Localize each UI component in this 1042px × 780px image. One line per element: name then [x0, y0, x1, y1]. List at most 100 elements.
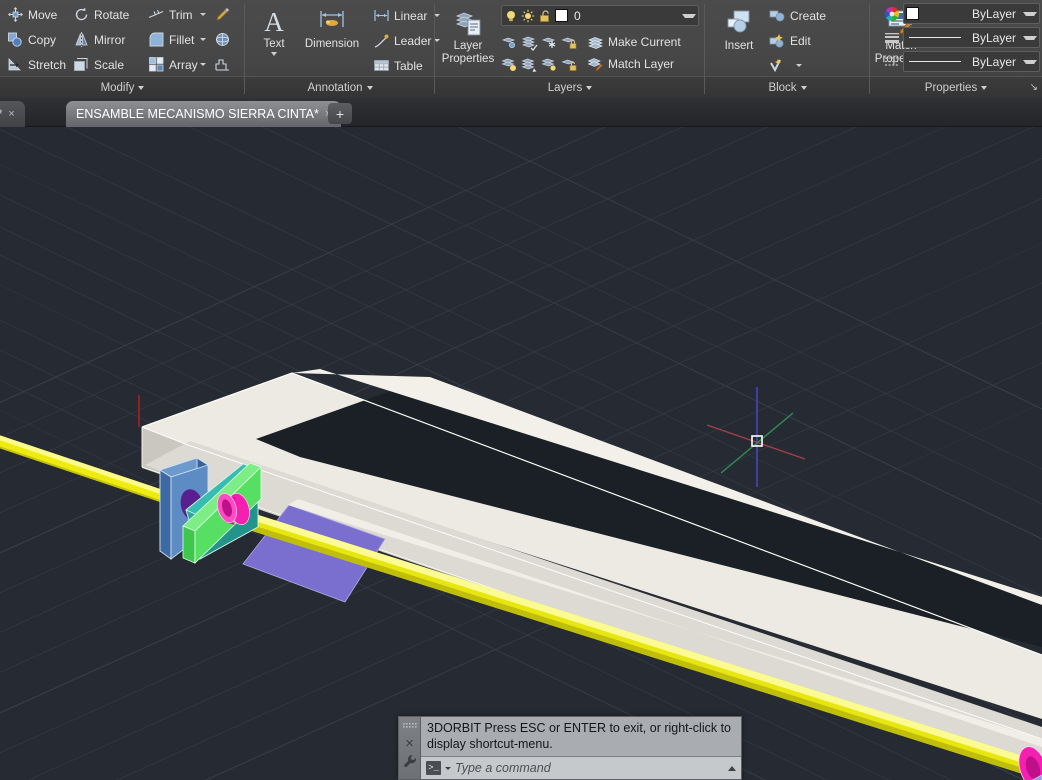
- layer-unlock-icon[interactable]: [561, 56, 578, 73]
- layers-chevron-down-icon[interactable]: [586, 85, 593, 90]
- panel-title-layers[interactable]: Layers: [435, 76, 705, 98]
- 3d-rotate-button[interactable]: [210, 28, 236, 52]
- svg-text:A: A: [264, 7, 284, 36]
- panel-title-block[interactable]: Block: [705, 76, 870, 98]
- ribbon-panel-properties: Match Properties ByLayer ByLayer ByLayer…: [870, 0, 1042, 98]
- modify-chevron-down-icon[interactable]: [138, 85, 145, 90]
- fillet-chevron-down-icon[interactable]: [200, 38, 206, 41]
- object-color-select[interactable]: ByLayer: [903, 3, 1040, 24]
- lightbulb-on-icon[interactable]: [504, 9, 518, 23]
- layer-isolate-icon[interactable]: [501, 34, 518, 51]
- tab-orno-close-icon[interactable]: ×: [8, 108, 14, 120]
- panel-title-properties[interactable]: Properties ↘: [870, 76, 1042, 98]
- ribbon-panel-layers: Layer Properties 0 Make Current Match La…: [435, 0, 705, 98]
- linetype-chevron-down-icon[interactable]: [1023, 59, 1037, 64]
- x-axis-line: [706, 424, 806, 460]
- move-label: Move: [28, 7, 58, 22]
- panel-title-block-label: Block: [768, 81, 797, 94]
- text-button[interactable]: A Text: [251, 2, 297, 57]
- layer-previous-icon[interactable]: [521, 56, 538, 73]
- move-icon: [7, 6, 24, 23]
- leader-button[interactable]: Leader: [369, 29, 431, 53]
- layer-freeze-icon[interactable]: [541, 34, 558, 51]
- layer-color-swatch[interactable]: [555, 9, 568, 22]
- dimension-button[interactable]: Dimension: [297, 2, 367, 51]
- lineweight-chevron-down-icon[interactable]: [1023, 35, 1037, 40]
- rotate-button[interactable]: Rotate: [69, 3, 144, 27]
- wrench-icon[interactable]: [403, 754, 417, 772]
- text-label: Text: [263, 38, 285, 50]
- linetype-value: ByLayer: [971, 54, 1016, 69]
- drawing-viewport[interactable]: × 3DORBIT Press ESC or ENTER to exit, or…: [0, 127, 1042, 780]
- command-prompt-icon: >_: [426, 761, 441, 775]
- new-tab-label: +: [335, 105, 345, 122]
- copy-button[interactable]: Copy: [3, 28, 69, 52]
- trim-button[interactable]: Trim: [144, 3, 196, 27]
- stretch-button[interactable]: Stretch: [3, 53, 69, 77]
- layer-select-value: 0: [574, 8, 581, 23]
- sun-freeze-icon[interactable]: [521, 9, 535, 23]
- table-button[interactable]: Table: [369, 54, 429, 78]
- dimension-icon: [317, 6, 347, 36]
- command-history-chevron-down-icon[interactable]: [445, 766, 451, 770]
- layer-turn-all-on-icon[interactable]: [541, 56, 558, 73]
- match-properties-brush-button[interactable]: [210, 3, 236, 27]
- layer-select-chevron-down-icon[interactable]: [682, 13, 696, 18]
- panel-dialog-launcher-icon[interactable]: ↘: [1030, 82, 1038, 93]
- scale-button[interactable]: Scale: [69, 53, 144, 77]
- block-more-chevron-down-icon[interactable]: [796, 64, 802, 67]
- document-tab-bar: ORNO* × ENSAMBLE MECANISMO SIERRA CINTA*…: [0, 98, 1042, 127]
- command-expand-chevron-up-icon[interactable]: [728, 765, 736, 771]
- tab-ensamble-mecanismo-sierra-cinta[interactable]: ENSAMBLE MECANISMO SIERRA CINTA* ×: [66, 101, 342, 127]
- object-color-chevron-down-icon[interactable]: [1023, 11, 1037, 16]
- drag-dots-icon[interactable]: [402, 719, 417, 733]
- command-window-close-icon[interactable]: ×: [405, 736, 414, 751]
- layer-lock-icon[interactable]: [561, 34, 578, 51]
- match-layer-button[interactable]: Match Layer: [583, 52, 678, 76]
- create-label: Create: [790, 8, 827, 23]
- fillet-button[interactable]: Fillet: [144, 28, 196, 52]
- mirror-label: Mirror: [94, 32, 126, 47]
- layer-properties-button[interactable]: Layer Properties: [439, 4, 497, 67]
- edit-block-button[interactable]: Edit: [765, 29, 843, 53]
- mirror-icon: [73, 31, 90, 48]
- block-chevron-down-icon[interactable]: [800, 85, 807, 90]
- leader-icon: [373, 32, 390, 49]
- text-chevron-down-icon[interactable]: [271, 52, 277, 56]
- layer-off-icon[interactable]: [501, 56, 518, 73]
- scale-label: Scale: [94, 57, 125, 72]
- command-window-grip[interactable]: ×: [399, 717, 421, 779]
- lineweight-icon: [884, 30, 900, 46]
- new-tab-button[interactable]: +: [328, 103, 352, 124]
- create-block-button[interactable]: Create: [765, 4, 843, 28]
- annotation-chevron-down-icon[interactable]: [366, 85, 373, 90]
- command-input-row[interactable]: >_ Type a command: [421, 756, 741, 779]
- layer-properties-icon: [453, 8, 483, 38]
- properties-chevron-down-icon[interactable]: [981, 85, 988, 90]
- make-current-button[interactable]: Make Current: [583, 30, 685, 54]
- trim-icon: [148, 6, 165, 23]
- move-button[interactable]: Move: [3, 3, 69, 27]
- rotate-label: Rotate: [94, 7, 130, 22]
- insert-block-button[interactable]: Insert: [713, 4, 765, 53]
- layer-unisolate-icon[interactable]: [521, 34, 538, 51]
- tab-orno[interactable]: ORNO* ×: [0, 101, 25, 127]
- panel-title-modify[interactable]: Modify: [0, 76, 245, 98]
- layer-select[interactable]: 0: [501, 5, 699, 26]
- array-chevron-down-icon[interactable]: [200, 63, 206, 66]
- edit-attribute-button[interactable]: [765, 54, 791, 78]
- edit-block-icon: [769, 32, 786, 49]
- command-window[interactable]: × 3DORBIT Press ESC or ENTER to exit, or…: [398, 716, 742, 780]
- command-input[interactable]: Type a command: [455, 761, 724, 775]
- array-button[interactable]: Array: [144, 53, 198, 77]
- object-color-swatch[interactable]: [906, 7, 919, 20]
- unlock-icon[interactable]: [538, 9, 552, 23]
- linetype-select[interactable]: ByLayer: [903, 51, 1040, 72]
- lineweight-select[interactable]: ByLayer: [903, 27, 1040, 48]
- mirror-button[interactable]: Mirror: [69, 28, 144, 52]
- linear-dimension-button[interactable]: Linear: [369, 4, 429, 28]
- panel-title-annotation[interactable]: Annotation: [245, 76, 435, 98]
- ribbon: Move Rotate Trim Copy Mirror Fillet Stre…: [0, 0, 1042, 98]
- trim-chevron-down-icon[interactable]: [200, 13, 206, 16]
- extrude-button[interactable]: [210, 53, 236, 77]
